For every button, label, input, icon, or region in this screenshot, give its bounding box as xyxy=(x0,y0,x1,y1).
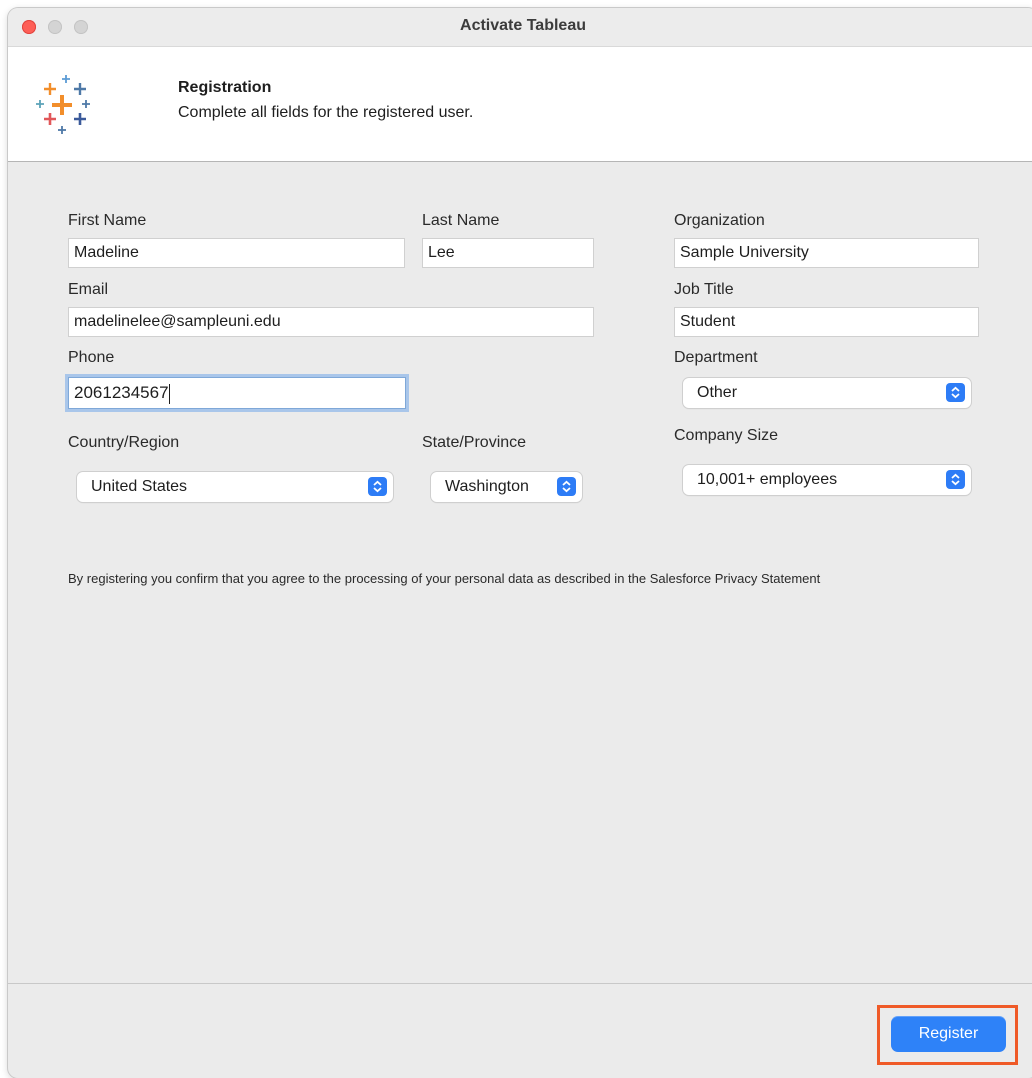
tableau-logo-icon xyxy=(36,75,90,134)
title-bar: Activate Tableau xyxy=(8,8,1032,47)
chevron-updown-icon xyxy=(946,470,965,489)
first-name-label: First Name xyxy=(68,212,147,229)
consent-text: By registering you confirm that you agre… xyxy=(68,571,821,586)
registration-header: Registration Complete all fields for the… xyxy=(8,47,1032,162)
state-value: Washington xyxy=(445,478,529,495)
department-label: Department xyxy=(674,349,758,366)
phone-value: 2061234567 xyxy=(74,383,169,402)
company-size-value: 10,001+ employees xyxy=(697,471,838,488)
activate-tableau-window: Activate Tableau Registration Complete a… xyxy=(8,8,1032,1078)
email-field[interactable] xyxy=(68,307,594,337)
organization-field[interactable] xyxy=(674,238,979,268)
job-title-label: Job Title xyxy=(674,281,734,298)
state-select[interactable]: Washington xyxy=(431,472,582,502)
registration-title: Registration xyxy=(178,79,272,96)
chevron-updown-icon xyxy=(557,477,576,496)
last-name-field[interactable] xyxy=(422,238,594,268)
last-name-label: Last Name xyxy=(422,212,500,229)
country-select[interactable]: United States xyxy=(77,472,393,502)
window-title: Activate Tableau xyxy=(460,17,586,34)
chevron-updown-icon xyxy=(368,477,387,496)
company-size-label: Company Size xyxy=(674,427,779,444)
register-button[interactable]: Register xyxy=(891,1016,1006,1052)
chevron-updown-icon xyxy=(946,383,965,402)
registration-subtitle: Complete all fields for the registered u… xyxy=(178,104,474,121)
phone-label: Phone xyxy=(68,349,115,366)
footer-divider xyxy=(8,983,1032,984)
job-title-field[interactable] xyxy=(674,307,979,337)
organization-label: Organization xyxy=(674,212,765,229)
country-label: Country/Region xyxy=(68,434,180,451)
first-name-field[interactable] xyxy=(68,238,405,268)
email-label: Email xyxy=(68,281,109,298)
company-size-select[interactable]: 10,001+ employees xyxy=(683,465,971,495)
department-value: Other xyxy=(697,384,738,401)
text-caret xyxy=(168,383,170,404)
phone-field[interactable]: 2061234567 xyxy=(68,377,406,409)
state-label: State/Province xyxy=(422,434,527,451)
department-select[interactable]: Other xyxy=(683,378,971,408)
country-value: United States xyxy=(91,478,188,495)
